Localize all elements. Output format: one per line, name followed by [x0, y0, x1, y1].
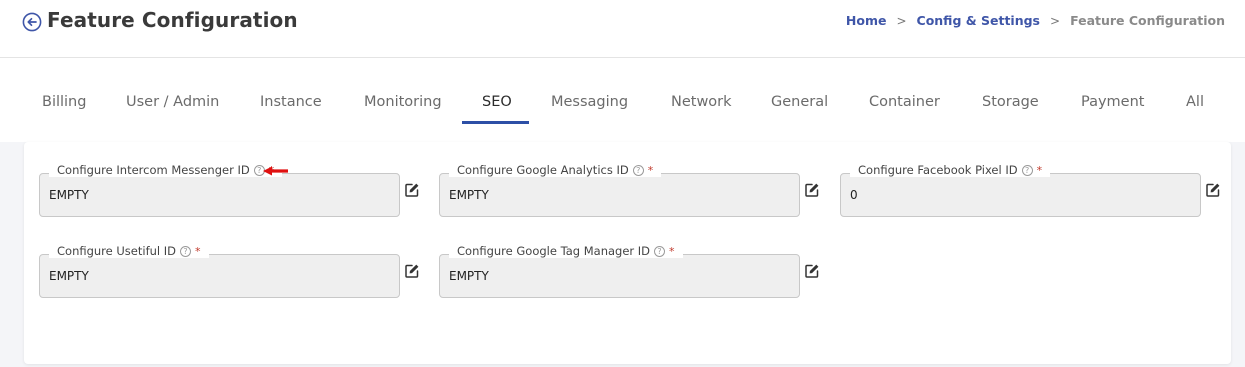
tab-seo[interactable]: SEO [482, 94, 512, 110]
edit-icon[interactable] [404, 182, 420, 198]
breadcrumb-separator: > [896, 13, 907, 28]
facebook-pixel-id-field[interactable]: 0 Configure Facebook Pixel ID ? * [840, 163, 1201, 217]
field-value: EMPTY [49, 269, 89, 283]
breadcrumb-current: Feature Configuration [1070, 13, 1225, 28]
field-label: Configure Usetiful ID ? * [49, 244, 209, 258]
edit-icon[interactable] [1205, 182, 1221, 198]
tab-general[interactable]: General [771, 94, 828, 110]
help-icon[interactable]: ? [180, 245, 192, 257]
field-input-box[interactable]: EMPTY [39, 173, 400, 217]
field-label-text: Configure Intercom Messenger ID [57, 163, 250, 177]
tab-network[interactable]: Network [671, 94, 732, 110]
tab-billing[interactable]: Billing [42, 94, 86, 110]
back-arrow-circle-icon[interactable] [22, 12, 42, 32]
field-label: Configure Google Analytics ID ? * [449, 163, 662, 177]
seo-settings-card: EMPTY Configure Intercom Messenger ID ? … [24, 142, 1231, 364]
google-tag-manager-id-field[interactable]: EMPTY Configure Google Tag Manager ID ? … [439, 244, 800, 298]
field-value: EMPTY [49, 188, 89, 202]
google-analytics-id-field[interactable]: EMPTY Configure Google Analytics ID ? * [439, 163, 800, 217]
edit-icon[interactable] [404, 263, 420, 279]
edit-icon[interactable] [804, 263, 820, 279]
active-tab-indicator [462, 121, 529, 124]
breadcrumb-config-settings[interactable]: Config & Settings [917, 13, 1040, 28]
tab-instance[interactable]: Instance [260, 94, 322, 110]
field-label-text: Configure Usetiful ID [57, 244, 177, 258]
usetiful-id-field[interactable]: EMPTY Configure Usetiful ID ? * [39, 244, 400, 298]
tab-monitoring[interactable]: Monitoring [364, 94, 442, 110]
help-icon[interactable]: ? [654, 245, 666, 257]
field-label-text: Configure Facebook Pixel ID [858, 163, 1018, 177]
tabs-bar: Billing User / Admin Instance Monitoring… [0, 58, 1245, 142]
required-asterisk: * [1036, 163, 1043, 177]
field-label: Configure Intercom Messenger ID ? * [49, 163, 283, 177]
field-input-box[interactable]: 0 [840, 173, 1201, 217]
annotation-arrow-icon [263, 166, 288, 176]
field-input-box[interactable]: EMPTY [39, 254, 400, 298]
field-input-box[interactable]: EMPTY [439, 254, 800, 298]
tab-messaging[interactable]: Messaging [551, 94, 628, 110]
help-icon[interactable]: ? [632, 164, 644, 176]
breadcrumb-separator: > [1050, 13, 1061, 28]
tab-all[interactable]: All [1186, 94, 1204, 110]
breadcrumb: Home > Config & Settings > Feature Confi… [846, 13, 1225, 28]
help-icon[interactable]: ? [1021, 164, 1033, 176]
intercom-messenger-id-field[interactable]: EMPTY Configure Intercom Messenger ID ? … [39, 163, 400, 217]
page-header: Feature Configuration Home > Config & Se… [0, 0, 1245, 58]
field-label: Configure Facebook Pixel ID ? * [850, 163, 1051, 177]
tab-payment[interactable]: Payment [1081, 94, 1144, 110]
field-label-text: Configure Google Tag Manager ID [457, 244, 651, 258]
required-asterisk: * [195, 244, 201, 258]
field-label: Configure Google Tag Manager ID ? * [449, 244, 683, 258]
page-title: Feature Configuration [47, 8, 298, 32]
tab-container[interactable]: Container [869, 94, 940, 110]
required-asterisk: * [647, 163, 654, 177]
field-input-box[interactable]: EMPTY [439, 173, 800, 217]
field-value: EMPTY [449, 188, 489, 202]
field-value: 0 [850, 188, 858, 202]
edit-icon[interactable] [804, 182, 820, 198]
field-label-text: Configure Google Analytics ID [457, 163, 629, 177]
tab-user-admin[interactable]: User / Admin [126, 94, 219, 110]
tab-storage[interactable]: Storage [982, 94, 1039, 110]
required-asterisk: * [669, 244, 675, 258]
breadcrumb-home[interactable]: Home [846, 13, 887, 28]
field-value: EMPTY [449, 269, 489, 283]
